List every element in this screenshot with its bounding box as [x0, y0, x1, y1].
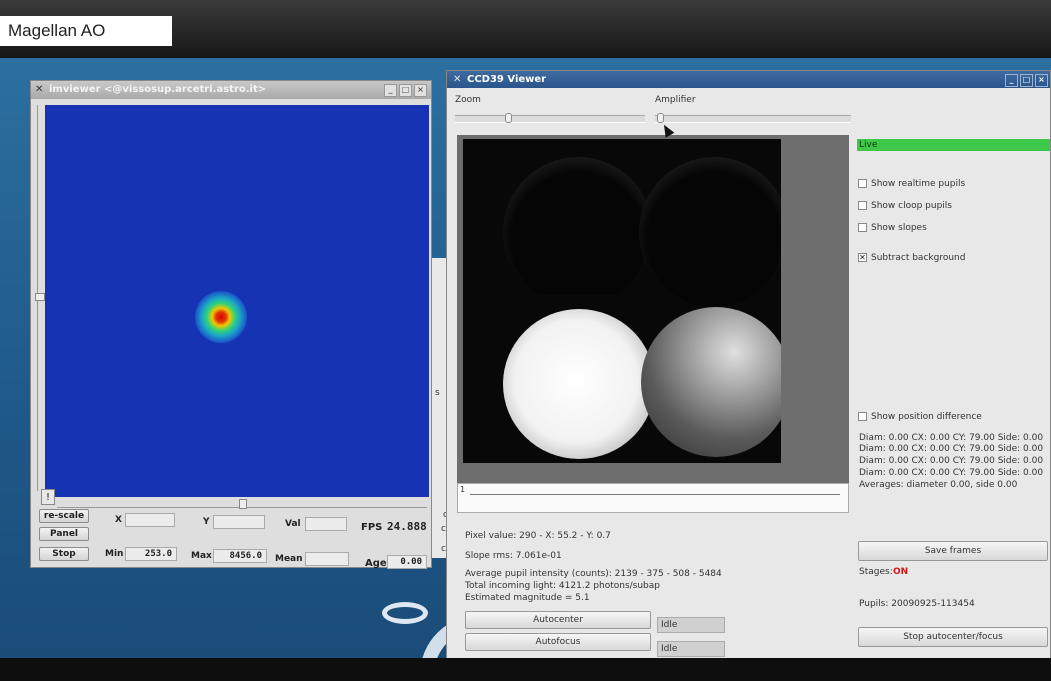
save-frames-button[interactable]: Save frames [858, 541, 1048, 561]
total-incoming-light: Total incoming light: 4121.2 photons/sub… [465, 581, 660, 591]
val-label: Val [285, 519, 301, 529]
pupils-label: Pupils: 20090925-113454 [859, 599, 975, 609]
mean-label: Mean [275, 554, 303, 564]
checkbox-cloop-pupils[interactable] [858, 201, 867, 210]
diam-row: Diam: 0.00 CX: 0.00 CY: 79.00 Side: 0.00 [859, 468, 1044, 478]
zoom-label: Zoom [455, 95, 481, 105]
up-button[interactable]: ! [41, 489, 55, 505]
plot-tick-label: 1 [460, 485, 466, 494]
checkbox-slopes[interactable] [858, 223, 867, 232]
close-icon[interactable]: ✕ [35, 81, 43, 99]
checkbox-label: Show position difference [871, 412, 982, 422]
imviewer-title: imviewer <@vissosup.arcetri.astro.it> [49, 84, 267, 95]
avg-pupil-intensity: Average pupil intensity (counts): 2139 -… [465, 569, 722, 579]
pupil-top-right [639, 157, 781, 307]
vertical-slider-knob[interactable] [35, 293, 45, 301]
panel-button[interactable]: Panel [39, 527, 89, 541]
fps-label: FPS [361, 522, 383, 533]
maximize-icon[interactable]: □ [1020, 74, 1033, 87]
ccd39-viewer-window: ✕ CCD39 Viewer _ □ × Zoom Amplifier 1 Pi… [446, 70, 1051, 660]
diam-row: Diam: 0.00 CX: 0.00 CY: 79.00 Side: 0.00 [859, 456, 1044, 466]
min-field: 253.0 [125, 547, 177, 561]
zoom-slider[interactable] [455, 115, 645, 123]
diam-row: Diam: 0.00 CX: 0.00 CY: 79.00 Side: 0.00 [859, 433, 1044, 443]
slope-plot: 1 [457, 483, 849, 513]
mean-field [305, 552, 349, 566]
close-icon[interactable]: × [414, 84, 427, 97]
max-label: Max [191, 551, 212, 561]
pupil-bottom-left [503, 309, 655, 459]
autocenter-button[interactable]: Autocenter [465, 611, 651, 629]
plot-line [470, 494, 840, 495]
stop-autocenter-button[interactable]: Stop autocenter/focus [858, 627, 1048, 647]
estimated-magnitude: Estimated magnitude = 5.1 [465, 593, 590, 603]
pupil-top-left [503, 157, 653, 295]
checkbox-label: Show cloop pupils [871, 201, 952, 211]
slope-rms: Slope rms: 7.061e-01 [465, 551, 562, 561]
amplifier-slider-knob[interactable] [657, 113, 664, 123]
min-label: Min [105, 549, 124, 559]
ccd-image-frame[interactable] [457, 135, 849, 491]
diam-row: Diam: 0.00 CX: 0.00 CY: 79.00 Side: 0.00 [859, 444, 1044, 454]
amplifier-label: Amplifier [655, 95, 696, 105]
y-field [213, 515, 265, 529]
rescale-button[interactable]: re-scale [39, 509, 89, 523]
ccd-image[interactable] [463, 139, 781, 463]
autofocus-status: Idle [657, 641, 725, 657]
max-field: 8456.0 [213, 549, 267, 563]
close-icon[interactable]: × [1035, 74, 1048, 87]
fps-value: 24.888 [387, 520, 427, 533]
pupil-bottom-right [641, 307, 781, 457]
monitor-bezel-bottom [0, 658, 1051, 681]
checkbox-label: Subtract background [871, 253, 966, 263]
maximize-icon[interactable]: □ [399, 84, 412, 97]
minimize-icon[interactable]: _ [384, 84, 397, 97]
averages-row: Averages: diameter 0.00, side 0.00 [859, 480, 1018, 490]
checkbox-position-difference[interactable] [858, 412, 867, 421]
age-label: Age [365, 558, 387, 569]
desktop-logo-icon [382, 602, 428, 624]
x-label: X [115, 515, 122, 525]
psf-spot [195, 291, 247, 343]
amplifier-slider[interactable] [655, 115, 851, 123]
pixel-value: Pixel value: 290 - X: 55.2 - Y: 0.7 [465, 531, 611, 541]
zoom-slider-knob[interactable] [505, 113, 512, 123]
vertical-slider[interactable] [35, 105, 45, 491]
stop-button[interactable]: Stop [39, 547, 89, 561]
y-label: Y [203, 517, 210, 527]
psf-image[interactable] [45, 105, 429, 497]
imviewer-titlebar[interactable]: ✕ imviewer <@vissosup.arcetri.astro.it> … [31, 81, 431, 99]
bg-window-fragment: s [435, 388, 440, 398]
live-indicator: Live [857, 139, 1050, 151]
imviewer-window: ✕ imviewer <@vissosup.arcetri.astro.it> … [30, 80, 432, 569]
stages-label: Stages: [859, 567, 893, 577]
val-field [305, 517, 347, 531]
stages-value: ON [893, 567, 909, 577]
ccd39-titlebar[interactable]: ✕ CCD39 Viewer _ □ × [447, 71, 1050, 88]
minimize-icon[interactable]: _ [1005, 74, 1018, 87]
checkbox-label: Show slopes [871, 223, 927, 233]
x-field [125, 513, 175, 527]
overlay-label: Magellan AO [0, 16, 172, 46]
checkbox-label: Show realtime pupils [871, 179, 966, 189]
horizontal-slider[interactable] [57, 499, 427, 509]
checkbox-realtime-pupils[interactable] [858, 179, 867, 188]
checkbox-subtract-background[interactable]: ✕ [858, 253, 867, 262]
autofocus-button[interactable]: Autofocus [465, 633, 651, 651]
horizontal-slider-knob[interactable] [239, 499, 247, 509]
ccd39-title: CCD39 Viewer [467, 74, 547, 85]
autocenter-status: Idle [657, 617, 725, 633]
age-field: 0.00 [387, 555, 427, 569]
close-icon[interactable]: ✕ [453, 71, 461, 88]
